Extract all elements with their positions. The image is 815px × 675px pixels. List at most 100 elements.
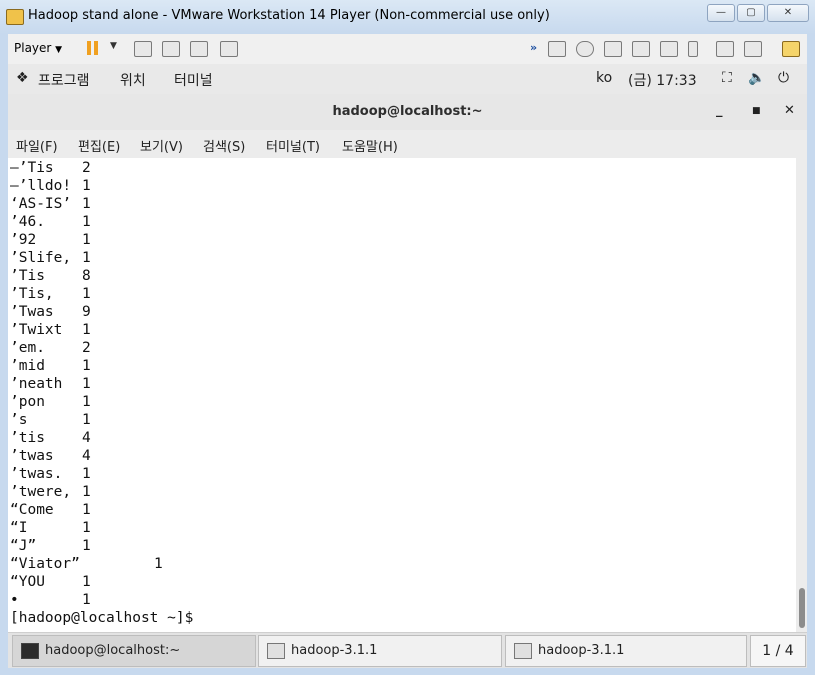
word-token: ’neath bbox=[10, 376, 63, 392]
task-terminal[interactable]: hadoop@localhost:~ bbox=[12, 635, 256, 667]
task-label: hadoop@localhost:~ bbox=[45, 643, 181, 658]
word-count: 1 bbox=[82, 232, 91, 248]
window-controls: — ▢ ✕ bbox=[707, 4, 809, 22]
menu-terminal[interactable]: 터미널 bbox=[174, 70, 213, 90]
close-icon[interactable]: ✕ bbox=[784, 103, 795, 118]
power-icon[interactable]: ⏻ bbox=[778, 70, 789, 86]
file-manager-icon bbox=[267, 643, 285, 659]
unity-icon[interactable] bbox=[220, 41, 238, 57]
word-token: ’mid bbox=[10, 358, 45, 374]
menu-places[interactable]: 위치 bbox=[120, 70, 146, 90]
minimize-button[interactable]: — bbox=[707, 4, 735, 22]
output-line: ’twere, 1 bbox=[10, 484, 410, 502]
task-folder[interactable]: hadoop-3.1.1 bbox=[505, 635, 747, 667]
output-line: ’neath 1 bbox=[10, 376, 410, 394]
maximize-icon[interactable]: ■ bbox=[752, 106, 761, 116]
input-language[interactable]: ko bbox=[596, 70, 612, 86]
word-count: 1 bbox=[82, 574, 91, 590]
vmware-window-title: Hadoop stand alone - VMware Workstation … bbox=[28, 8, 550, 23]
sound-icon[interactable] bbox=[660, 41, 678, 57]
fast-forward-icon[interactable]: » bbox=[530, 41, 546, 55]
word-token: ’Slife, bbox=[10, 250, 72, 266]
word-token: —’Tis bbox=[10, 160, 54, 176]
send-ctrl-alt-del-icon[interactable] bbox=[162, 41, 180, 57]
file-manager-icon bbox=[514, 643, 532, 659]
word-token: ’twas. bbox=[10, 466, 63, 482]
terminal-output[interactable]: —’Tis 2 —’lldo! 1 ‘AS-IS’ 1’46. 1’92 1 ’Slife, 1’… bbox=[8, 158, 796, 632]
output-line: “Viator” 1 bbox=[10, 556, 410, 574]
vmware-app-icon bbox=[6, 9, 24, 25]
menu-terminal-options[interactable]: 터미널(T) bbox=[266, 136, 320, 155]
word-count: 2 bbox=[82, 340, 91, 356]
maximize-button[interactable]: ▢ bbox=[737, 4, 765, 22]
close-button[interactable]: ✕ bbox=[767, 4, 809, 22]
output-line: —’Tis 2 bbox=[10, 160, 410, 178]
output-line: • 1 bbox=[10, 592, 410, 610]
menu-programs[interactable]: 프로그램 bbox=[38, 70, 90, 90]
task-folder[interactable]: hadoop-3.1.1 bbox=[258, 635, 502, 667]
chevron-down-icon: ▼ bbox=[55, 45, 63, 55]
menu-view[interactable]: 보기(V) bbox=[140, 136, 183, 155]
terminal-scrollbar[interactable] bbox=[796, 158, 807, 632]
word-token: “YOU bbox=[10, 574, 45, 590]
word-count: 8 bbox=[82, 268, 91, 284]
word-token: ’Twas bbox=[10, 304, 54, 320]
applications-icon[interactable]: ❖ bbox=[16, 70, 29, 86]
player-menu-label: Player bbox=[14, 41, 52, 55]
word-count: 9 bbox=[82, 304, 91, 320]
gnome-top-bar: ❖ 프로그램 위치 터미널 ko (금) 17:33 ⛶ 🔈 ⏻ bbox=[8, 64, 807, 95]
output-line: ’s 1 bbox=[10, 412, 410, 430]
printer-icon[interactable] bbox=[632, 41, 650, 57]
word-token: ’Tis, bbox=[10, 286, 54, 302]
clock[interactable]: (금) 17:33 bbox=[628, 70, 697, 90]
output-line: ’Tis, 1 bbox=[10, 286, 410, 304]
player-menu-button[interactable]: Player ▼ bbox=[14, 41, 62, 55]
usb-icon[interactable] bbox=[688, 41, 698, 57]
word-token: “Viator” bbox=[10, 556, 80, 572]
window-frame-left bbox=[0, 34, 8, 668]
word-count: 1 bbox=[82, 286, 91, 302]
output-line: “I 1 bbox=[10, 520, 410, 538]
word-token: —’lldo! bbox=[10, 178, 72, 194]
word-count: 1 bbox=[82, 502, 91, 518]
network-adapter-icon[interactable] bbox=[604, 41, 622, 57]
pause-icon[interactable] bbox=[86, 41, 100, 55]
output-line: “J” 1 bbox=[10, 538, 410, 556]
vmware-toolbar: Player ▼ ▼ » bbox=[8, 34, 807, 65]
menu-help[interactable]: 도움말(H) bbox=[342, 136, 398, 155]
terminal-icon bbox=[21, 643, 39, 659]
output-line: ’twas. 1 bbox=[10, 466, 410, 484]
shell-prompt[interactable]: [hadoop@localhost ~]$ bbox=[10, 610, 193, 626]
taskbar: hadoop@localhost:~ hadoop-3.1.1 hadoop-3… bbox=[8, 632, 807, 669]
word-token: • bbox=[10, 592, 19, 608]
output-line: ‘AS-IS’ 1 bbox=[10, 196, 410, 214]
terminal-title: hadoop@localhost:~ bbox=[332, 104, 483, 119]
word-token: “I bbox=[10, 520, 28, 536]
network-icon[interactable]: ⛶ bbox=[722, 70, 732, 86]
cd-drive-icon[interactable] bbox=[576, 41, 594, 57]
word-count: 1 bbox=[82, 394, 91, 410]
minimize-icon[interactable]: _ bbox=[716, 103, 723, 118]
hard-disk-icon[interactable] bbox=[548, 41, 566, 57]
word-token: “J” bbox=[10, 538, 37, 554]
window-frame-right bbox=[807, 34, 815, 668]
output-line: —’lldo! 1 bbox=[10, 178, 410, 196]
output-line: ’mid 1 bbox=[10, 358, 410, 376]
fullscreen-icon[interactable] bbox=[190, 41, 208, 57]
word-count: 1 bbox=[82, 538, 91, 554]
word-token: ’Tis bbox=[10, 268, 45, 284]
menu-search[interactable]: 검색(S) bbox=[203, 136, 245, 155]
output-line: ’pon 1 bbox=[10, 394, 410, 412]
network-icon[interactable] bbox=[134, 41, 152, 57]
notes-icon[interactable] bbox=[782, 41, 800, 57]
volume-icon[interactable]: 🔈 bbox=[748, 70, 765, 86]
output-line: ’Twas 9 bbox=[10, 304, 410, 322]
workspace-pager[interactable]: 1 / 4 bbox=[750, 635, 806, 667]
menu-file[interactable]: 파일(F) bbox=[16, 136, 58, 155]
chevron-down-icon[interactable]: ▼ bbox=[110, 41, 126, 55]
scrollbar-thumb[interactable] bbox=[799, 588, 805, 628]
menu-edit[interactable]: 편집(E) bbox=[78, 136, 120, 155]
device-icon[interactable] bbox=[744, 41, 762, 57]
device-icon[interactable] bbox=[716, 41, 734, 57]
word-count: 1 bbox=[82, 484, 91, 500]
